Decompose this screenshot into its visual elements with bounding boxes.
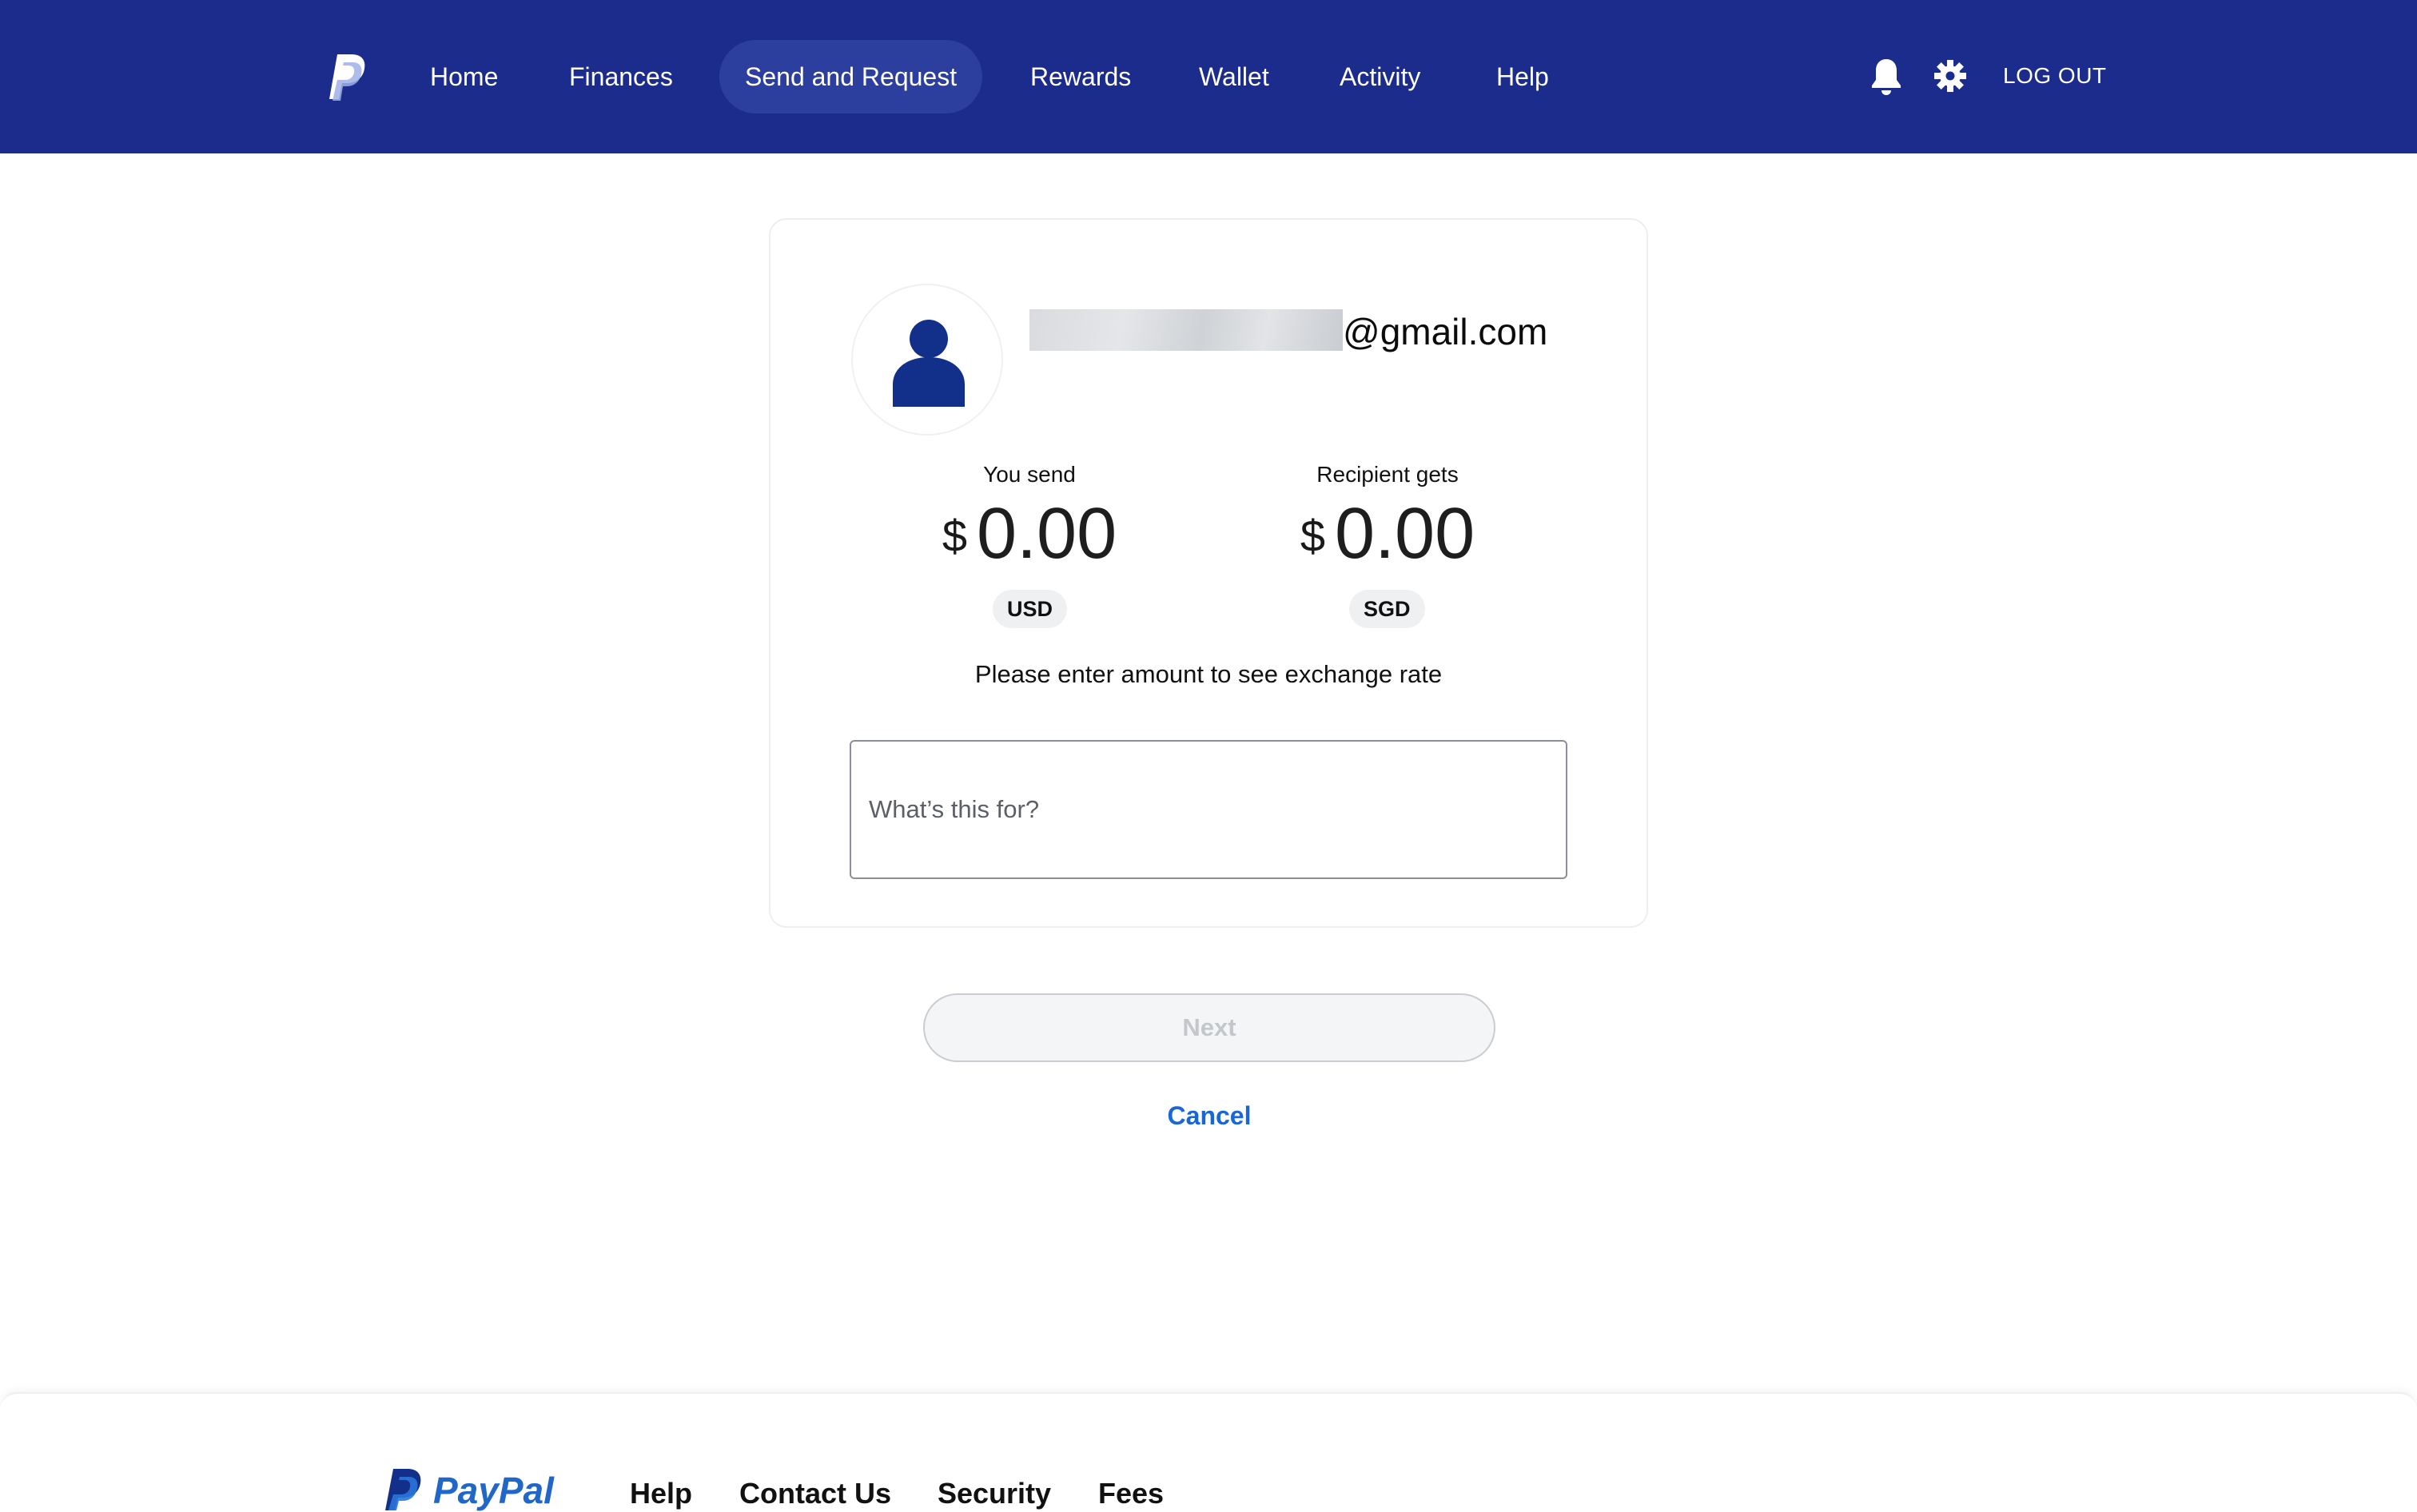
bell-icon[interactable] bbox=[1869, 56, 1904, 96]
receive-currency-selector[interactable]: SGD bbox=[1349, 590, 1425, 628]
send-currency-symbol: $ bbox=[942, 511, 967, 561]
receive-currency-symbol: $ bbox=[1300, 511, 1325, 561]
top-navigation-bar: Home Finances Send and Request Rewards W… bbox=[0, 0, 2417, 153]
recipient-avatar bbox=[851, 284, 1003, 436]
paypal-footer-logo-icon[interactable] bbox=[382, 1467, 422, 1510]
receive-amount-value[interactable]: 0.00 bbox=[1335, 494, 1475, 574]
exchange-rate-note: Please enter amount to see exchange rate bbox=[974, 660, 1443, 688]
footer-link-help[interactable]: Help bbox=[630, 1477, 692, 1510]
paypal-logo-icon[interactable] bbox=[326, 53, 366, 102]
footer bbox=[0, 1392, 2417, 1512]
nav-rewards[interactable]: Rewards bbox=[1005, 40, 1157, 113]
nav-finances[interactable]: Finances bbox=[544, 40, 699, 113]
redacted-email-username bbox=[1029, 309, 1343, 351]
footer-brand-wordmark[interactable]: PayPal bbox=[433, 1469, 554, 1512]
nav-send-and-request[interactable]: Send and Request bbox=[719, 40, 983, 113]
recipient-gets-label: Recipient gets bbox=[1316, 462, 1459, 487]
logout-link[interactable]: LOG OUT bbox=[2003, 56, 2107, 96]
payment-note-input[interactable] bbox=[850, 740, 1567, 879]
footer-link-security[interactable]: Security bbox=[938, 1477, 1051, 1510]
person-icon bbox=[893, 320, 965, 407]
nav-wallet[interactable]: Wallet bbox=[1173, 40, 1295, 113]
nav-help[interactable]: Help bbox=[1471, 40, 1575, 113]
you-send-label: You send bbox=[983, 462, 1076, 487]
receive-amount-field[interactable]: $0.00 bbox=[1228, 494, 1547, 574]
send-currency-selector[interactable]: USD bbox=[993, 590, 1068, 628]
next-button[interactable]: Next bbox=[923, 993, 1495, 1062]
send-amount-field[interactable]: $0.00 bbox=[870, 494, 1189, 574]
nav-activity[interactable]: Activity bbox=[1314, 40, 1446, 113]
nav-home[interactable]: Home bbox=[404, 40, 524, 113]
footer-link-fees[interactable]: Fees bbox=[1098, 1477, 1164, 1510]
send-amount-value[interactable]: 0.00 bbox=[977, 494, 1117, 574]
footer-link-contact-us[interactable]: Contact Us bbox=[739, 1477, 891, 1510]
gear-icon[interactable] bbox=[1933, 56, 1968, 96]
cancel-link[interactable]: Cancel bbox=[1049, 1101, 1369, 1131]
